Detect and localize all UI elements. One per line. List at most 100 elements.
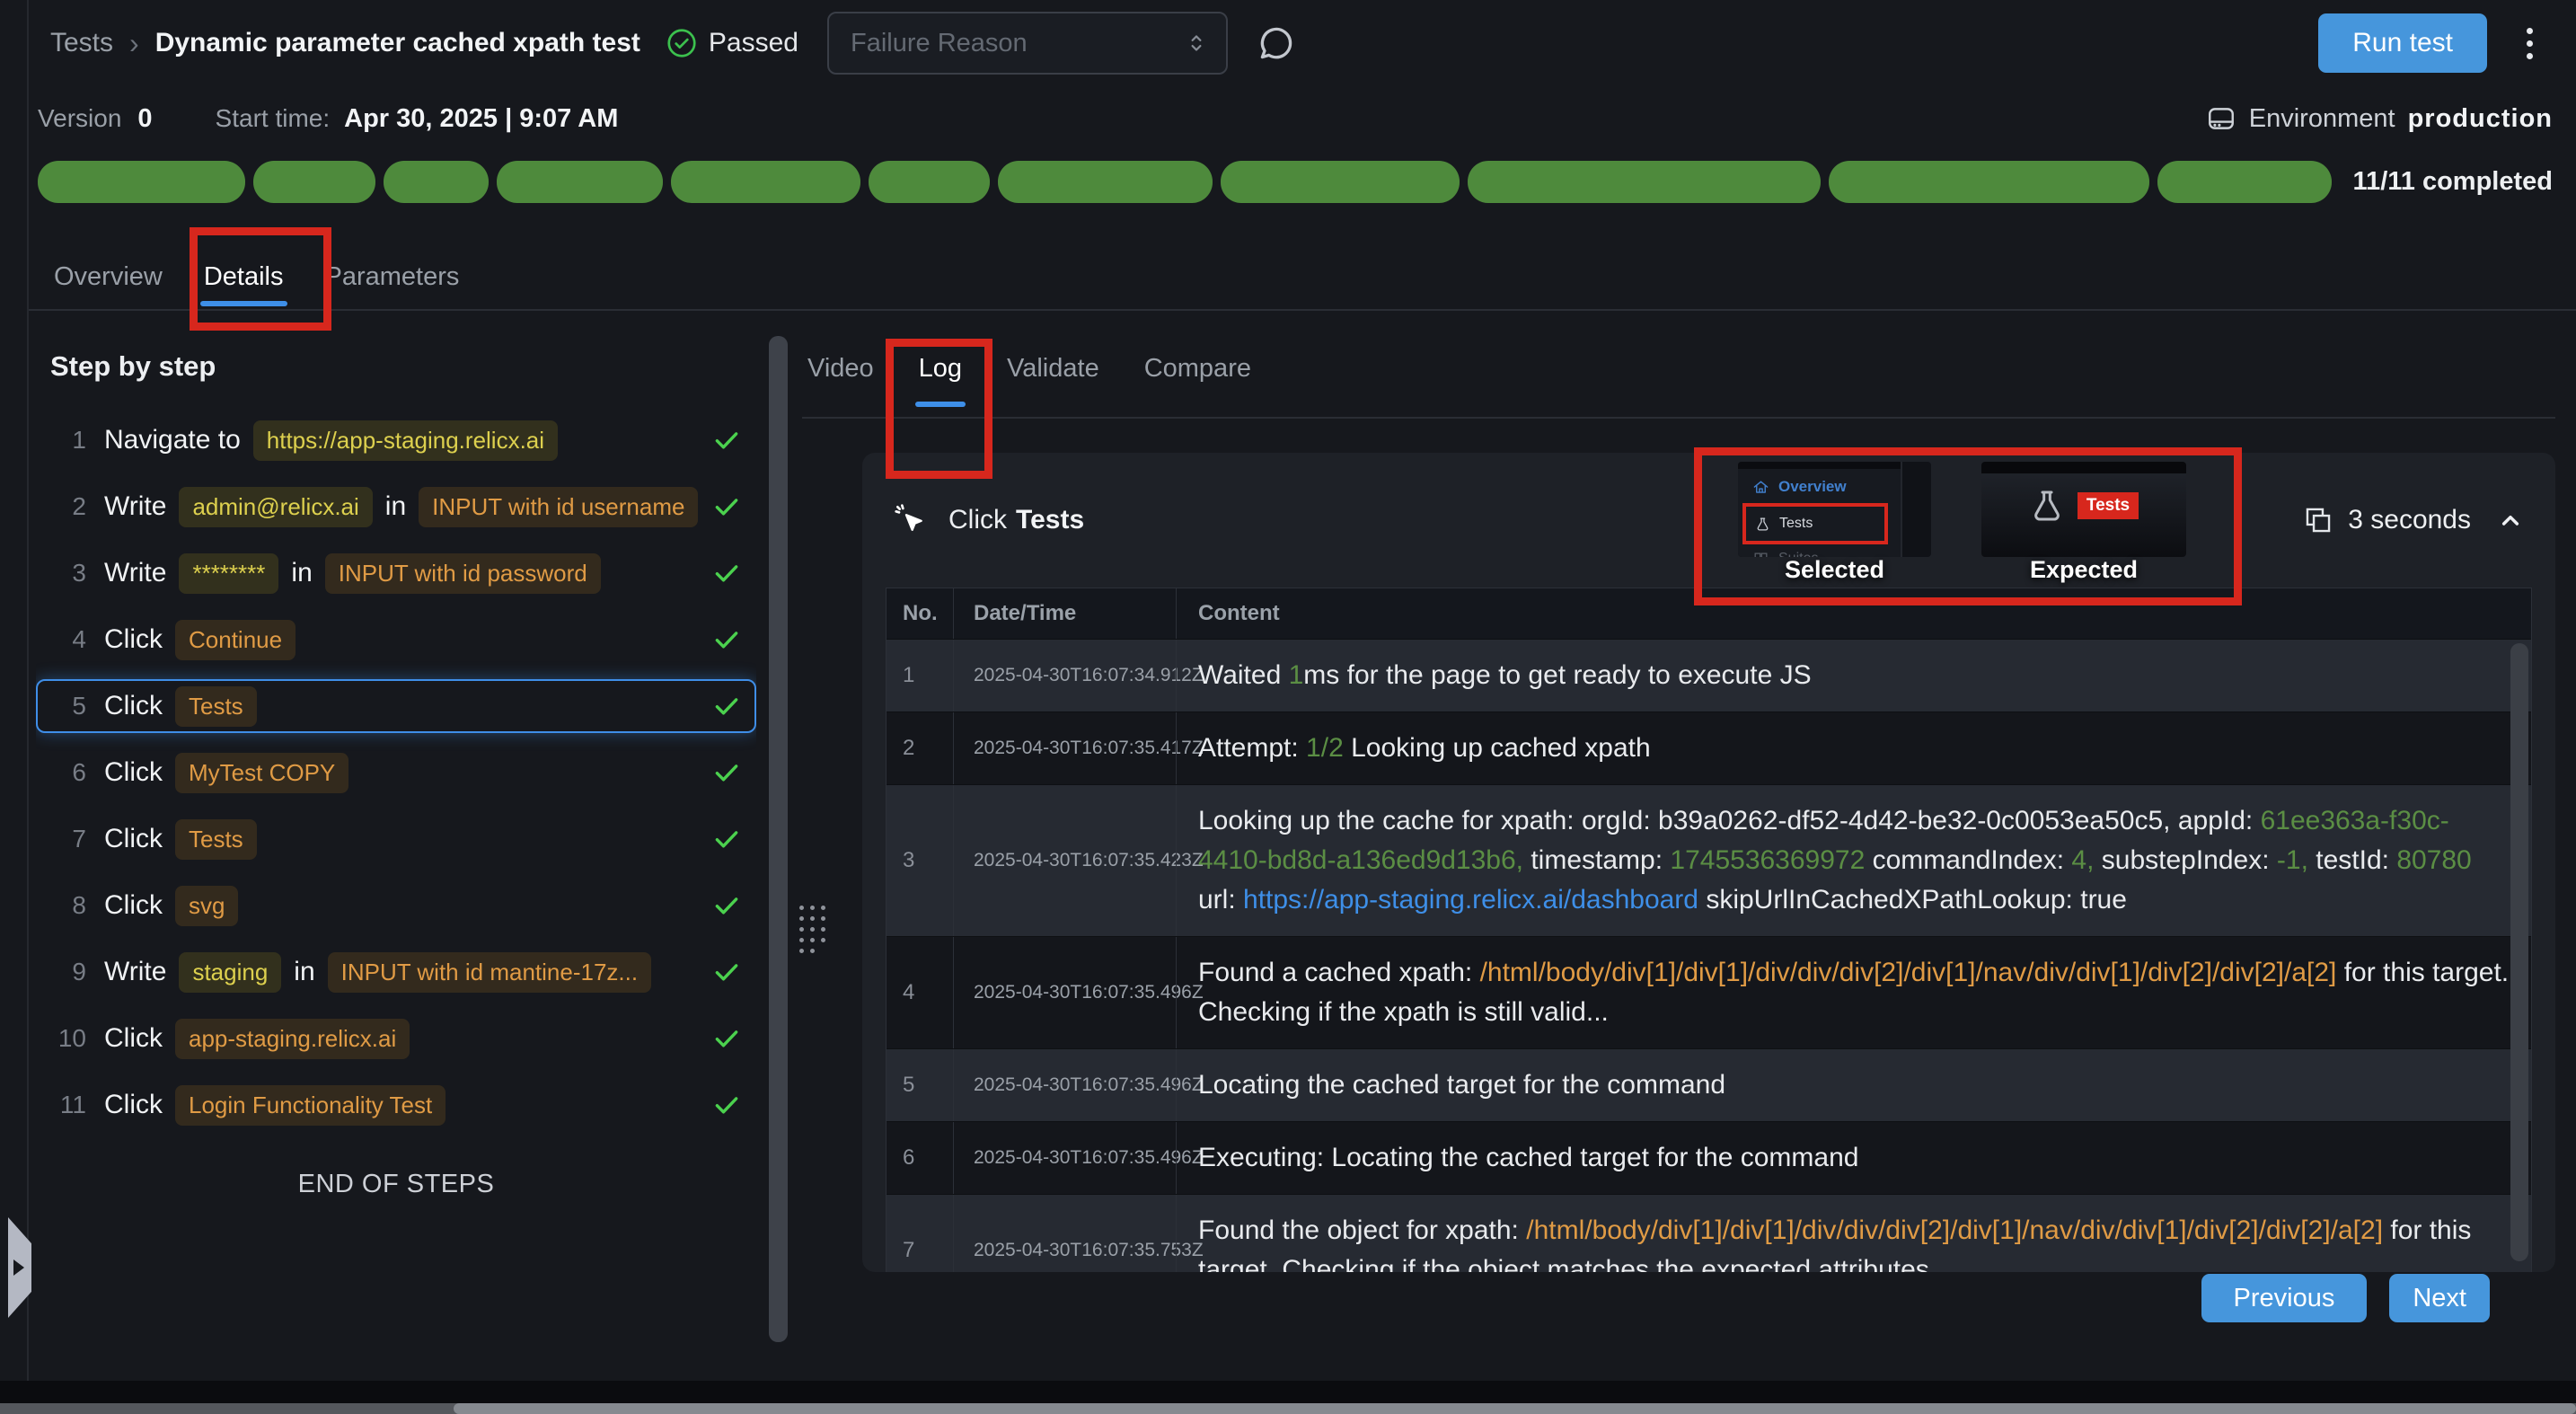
detail-tabs-divider [802,417,2555,419]
tab-compare[interactable]: Compare [1141,354,1255,407]
previous-button[interactable]: Previous [2201,1274,2368,1322]
tab-details[interactable]: Details [200,262,287,306]
log-text-segment: ms for the page to get ready to execute … [1303,660,1811,690]
log-text-segment: Locating the cached target for the comma… [1198,1070,1725,1100]
step-action: Click [104,1090,163,1120]
log-text-segment: testId: [2316,845,2396,875]
step-row[interactable]: 10Clickapp-staging.relicx.ai [36,1012,756,1065]
environment-value: production [2408,104,2553,134]
failure-reason-select[interactable]: Failure Reason [827,12,1228,75]
version-label: Version [38,104,121,133]
log-text-segment[interactable]: https://app-staging.relicx.ai/dashboard [1243,885,1698,915]
step-row[interactable]: 1Navigate tohttps://app-staging.relicx.a… [36,413,756,467]
expected-target-highlight: Tests [2078,492,2139,519]
step-number: 6 [52,758,86,787]
horizontal-scrollbar-thumb[interactable] [454,1403,2576,1414]
step-row[interactable]: 3Write********inINPUT with id password [36,546,756,600]
log-row: 52025-04-30T16:07:35.496ZLocating the ca… [887,1048,2531,1121]
log-row: 12025-04-30T16:07:34.912ZWaited 1ms for … [887,639,2531,711]
log-text-segment: -1, [2277,845,2316,875]
comment-icon[interactable] [1257,23,1296,63]
log-cell-time: 2025-04-30T16:07:35.423Z [953,785,1176,936]
collapse-chevron-up-icon[interactable] [2496,506,2525,535]
step-action: Navigate to [104,425,241,455]
log-text-segment: Found the object for xpath: [1198,1215,1526,1245]
next-button[interactable]: Next [2389,1274,2490,1322]
detail-tabs: Video Log Validate Compare [804,354,1255,407]
steps-heading: Step by step [50,350,756,383]
log-table-header: No. Date/Time Content [887,588,2531,639]
log-cell-no: 4 [887,937,953,1048]
step-number: 9 [52,958,86,986]
step-row[interactable]: 2Writeadmin@relicx.aiinINPUT with id use… [36,480,756,534]
bottom-strip [0,1381,2576,1414]
breadcrumb-tests[interactable]: Tests [50,28,113,58]
tab-overview[interactable]: Overview [50,262,166,306]
steps-scrollbar[interactable] [769,336,788,1342]
log-text-segment: url: [1198,885,1243,915]
check-icon [711,957,742,987]
tab-parameters[interactable]: Parameters [322,262,463,306]
log-cell-content: Locating the cached target for the comma… [1176,1049,2531,1121]
progress-row: 11/11 completed [38,160,2553,203]
environment-drive-icon [2206,103,2236,134]
step-target-badge: MyTest COPY [175,753,348,793]
step-action: Click [104,1023,163,1054]
step-number: 3 [52,559,86,588]
steps-panel: Step by step 1Navigate tohttps://app-sta… [36,311,756,1381]
run-test-button[interactable]: Run test [2318,13,2487,73]
log-text-segment: 80780 [2396,845,2471,875]
expected-screenshot-thumbnail[interactable]: Tests Expected [1981,462,2186,580]
check-icon [711,1023,742,1054]
step-row[interactable]: 9WritestaginginINPUT with id mantine-17z… [36,945,756,999]
check-icon [711,824,742,854]
log-cell-time: 2025-04-30T16:07:35.496Z [953,937,1176,1048]
progress-segment [253,161,376,203]
step-action: Click [104,890,163,921]
tab-validate[interactable]: Validate [1003,354,1103,407]
log-text-segment: substepIndex: [2102,845,2277,875]
log-text-segment: Looking up cached xpath [1351,733,1651,763]
tab-video[interactable]: Video [804,354,878,407]
log-text-segment: Looking up the cache for xpath: orgId: b… [1198,806,2261,835]
step-row[interactable]: 5ClickTests [36,679,756,733]
check-icon [711,425,742,455]
selected-screenshot-thumbnail[interactable]: Overview Tests Suites [1738,462,1931,580]
start-time-label: Start time: [216,104,331,133]
expected-thumbnail-label: Expected [1981,556,2186,584]
log-table-scrollbar[interactable] [2510,643,2528,1261]
step-in-label: in [385,491,406,522]
content: Step by step 1Navigate tohttps://app-sta… [0,311,2576,1381]
copy-icon[interactable] [2303,505,2333,535]
tab-log[interactable]: Log [915,354,966,407]
log-text-segment: skipUrlInCachedXPathLookup: true [1698,885,2127,915]
step-row[interactable]: 11ClickLogin Functionality Test [36,1078,756,1132]
selected-thumbnail-label: Selected [1738,556,1931,584]
end-of-steps-label: END OF STEPS [36,1170,756,1199]
mini-nav-overview: Overview [1738,473,1901,501]
step-action: Write [104,491,166,522]
step-action: Write [104,957,166,987]
mini-nav-tests-label: Tests [1779,516,1813,532]
step-row[interactable]: 8Clicksvg [36,879,756,932]
step-row[interactable]: 7ClickTests [36,812,756,866]
step-action: Click [104,757,163,788]
log-text-segment: 1/2 [1306,733,1351,763]
step-target-badge: INPUT with id mantine-17z... [328,952,651,993]
step-value-badge: https://app-staging.relicx.ai [253,420,558,461]
log-text-segment: 4, [2071,845,2101,875]
log-cell-time: 2025-04-30T16:07:35.417Z [953,712,1176,784]
step-row[interactable]: 4ClickContinue [36,613,756,667]
log-step-target: Tests [1016,505,1084,535]
kebab-menu-icon[interactable] [2521,22,2538,65]
step-number: 4 [52,625,86,654]
start-time-value: Apr 30, 2025 | 9:07 AM [344,104,618,134]
step-row[interactable]: 6 Click MyTest COPY [36,746,756,800]
progress-segment [869,161,991,203]
step-target-badge: Tests [175,686,257,727]
log-cell-no: 7 [887,1195,953,1272]
log-text-segment: Attempt: [1198,733,1306,763]
screenshot-thumbnails: Overview Tests Suites [1738,462,2186,580]
run-meta-row: Version 0 Start time: Apr 30, 2025 | 9:0… [38,97,2553,140]
status-text: Passed [709,28,798,58]
